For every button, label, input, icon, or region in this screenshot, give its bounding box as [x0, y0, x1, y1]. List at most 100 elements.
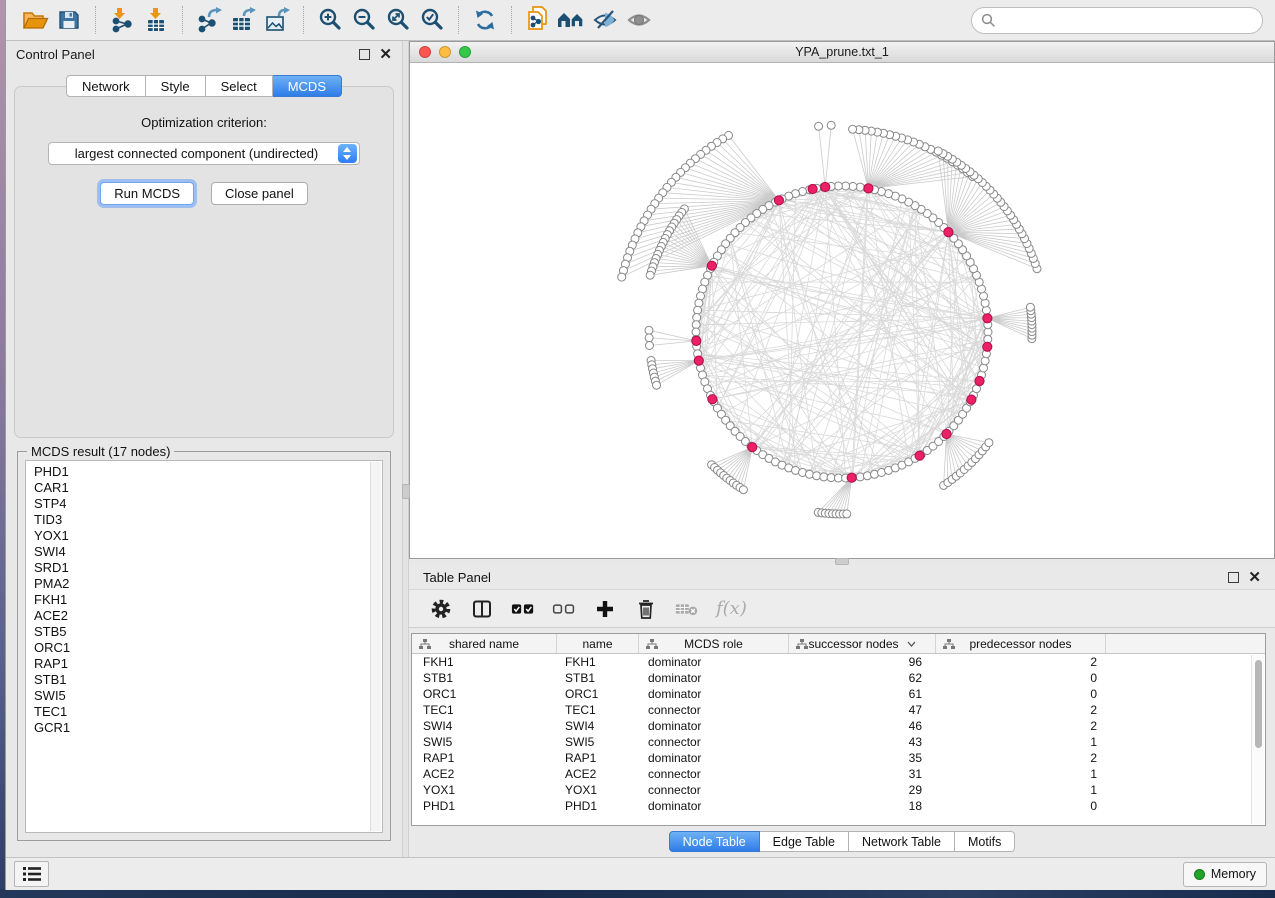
column-header-shared-name[interactable]: shared name [412, 634, 557, 653]
save-session-button[interactable] [52, 4, 86, 36]
table-split-divider[interactable] [409, 559, 1275, 565]
column-header-mcds-role[interactable]: MCDS role [639, 634, 789, 653]
import-table-button[interactable] [139, 4, 173, 36]
tab-select[interactable]: Select [206, 75, 273, 97]
mcds-result-item[interactable]: STB5 [34, 624, 374, 640]
mcds-result-item[interactable]: FKH1 [34, 592, 374, 608]
mcds-result-item[interactable]: SRD1 [34, 560, 374, 576]
mcds-result-item[interactable]: STB1 [34, 672, 374, 688]
deselect-all-icon [552, 600, 576, 618]
zoom-in-button[interactable] [313, 4, 347, 36]
tab-style[interactable]: Style [146, 75, 206, 97]
mcds-result-item[interactable]: RAP1 [34, 656, 374, 672]
close-panel-icon[interactable]: ✕ [379, 49, 392, 60]
table-row[interactable]: SWI5 SWI5 connector 43 1 [412, 734, 1265, 750]
trash-icon [636, 598, 656, 620]
close-panel-icon[interactable]: ✕ [1248, 572, 1261, 583]
network-canvas[interactable] [410, 63, 1274, 558]
network-frame-titlebar[interactable]: YPA_prune.txt_1 [410, 42, 1274, 63]
refresh-view-button[interactable] [468, 4, 502, 36]
zoom-in-icon [317, 7, 343, 33]
maximize-window-icon[interactable] [459, 46, 471, 58]
table-row[interactable]: FKH1 FKH1 dominator 96 2 [412, 654, 1265, 670]
mcds-result-item[interactable]: YOX1 [34, 528, 374, 544]
mcds-result-item[interactable]: STP4 [34, 496, 374, 512]
tab-network-table[interactable]: Network Table [849, 831, 955, 852]
mcds-result-item[interactable]: TID3 [34, 512, 374, 528]
table-row[interactable]: STB1 STB1 dominator 62 0 [412, 670, 1265, 686]
export-image-icon [263, 7, 291, 33]
mcds-result-list[interactable]: PHD1CAR1STP4TID3YOX1SWI4SRD1PMA2FKH1ACE2… [25, 460, 383, 833]
mcds-result-item[interactable]: PHD1 [34, 464, 374, 480]
cell-predecessor-nodes: 0 [936, 799, 1106, 813]
divider-handle[interactable] [835, 558, 849, 565]
float-panel-icon[interactable] [1228, 572, 1239, 583]
memory-button[interactable]: Memory [1183, 862, 1267, 887]
split-view-button[interactable] [470, 597, 494, 621]
export-image-button[interactable] [260, 4, 294, 36]
float-panel-icon[interactable] [359, 49, 370, 60]
tab-network[interactable]: Network [66, 75, 146, 97]
table-row[interactable]: SWI4 SWI4 dominator 46 2 [412, 718, 1265, 734]
panel-split-divider[interactable] [402, 41, 409, 857]
mcds-result-item[interactable]: GCR1 [34, 720, 374, 736]
mcds-result-item[interactable]: ACE2 [34, 608, 374, 624]
cell-successor-nodes: 61 [789, 687, 936, 701]
export-table-button[interactable] [226, 4, 260, 36]
delete-column-button[interactable] [634, 597, 658, 621]
tab-node-table[interactable]: Node Table [669, 831, 760, 852]
deselect-all-button[interactable] [552, 597, 576, 621]
show-all-button[interactable] [623, 4, 657, 36]
table-row[interactable]: PHD1 PHD1 dominator 18 0 [412, 798, 1265, 814]
export-network-button[interactable] [192, 4, 226, 36]
import-network-button[interactable] [105, 4, 139, 36]
table-settings-button[interactable] [429, 597, 453, 621]
zoom-fit-button[interactable] [381, 4, 415, 36]
task-history-button[interactable] [14, 861, 49, 887]
table-scrollbar[interactable] [1251, 655, 1264, 824]
optimization-criterion-select[interactable]: largest connected component (undirected) [48, 142, 360, 165]
search-input[interactable] [1002, 13, 1253, 28]
mcds-result-item[interactable]: CAR1 [34, 480, 374, 496]
mcds-list-scrollbar[interactable] [370, 462, 381, 831]
open-file-button[interactable] [18, 4, 52, 36]
network-graph[interactable] [410, 63, 1274, 558]
column-header-predecessor-nodes[interactable]: predecessor nodes [936, 634, 1106, 653]
zoom-out-button[interactable] [347, 4, 381, 36]
add-column-button[interactable] [593, 597, 617, 621]
column-header-name[interactable]: name [557, 634, 639, 653]
cell-predecessor-nodes: 1 [936, 783, 1106, 797]
close-panel-button[interactable]: Close panel [211, 182, 308, 205]
mcds-result-item[interactable]: TEC1 [34, 704, 374, 720]
hide-selected-button[interactable] [589, 4, 623, 36]
mcds-result-item[interactable]: PMA2 [34, 576, 374, 592]
select-all-button[interactable] [511, 597, 535, 621]
new-network-from-selection-button[interactable] [521, 4, 555, 36]
tab-mcds[interactable]: MCDS [273, 75, 342, 97]
divider-handle[interactable] [402, 484, 410, 499]
cell-shared-name: TEC1 [412, 703, 557, 717]
table-row[interactable]: TEC1 TEC1 connector 47 2 [412, 702, 1265, 718]
mcds-result-item[interactable]: SWI5 [34, 688, 374, 704]
table-row[interactable]: RAP1 RAP1 dominator 35 2 [412, 750, 1265, 766]
first-neighbors-button[interactable] [555, 4, 589, 36]
cell-mcds-role: dominator [639, 799, 789, 813]
tab-edge-table[interactable]: Edge Table [760, 831, 849, 852]
column-header-successor-nodes[interactable]: successor nodes [789, 634, 936, 653]
function-builder-button[interactable]: f(x) [716, 597, 747, 621]
run-mcds-button[interactable]: Run MCDS [100, 182, 194, 205]
tab-motifs[interactable]: Motifs [955, 831, 1015, 852]
table-row[interactable]: YOX1 YOX1 connector 29 1 [412, 782, 1265, 798]
delete-table-button[interactable] [675, 597, 699, 621]
zoom-out-icon [351, 7, 377, 33]
table-scrollbar-thumb[interactable] [1255, 660, 1262, 748]
status-bar: Memory [6, 857, 1275, 890]
mcds-result-item[interactable]: ORC1 [34, 640, 374, 656]
cytoscape-window: Control Panel ✕ Network Style Select MCD… [5, 0, 1275, 890]
table-row[interactable]: ACE2 ACE2 connector 31 1 [412, 766, 1265, 782]
mcds-result-item[interactable]: SWI4 [34, 544, 374, 560]
table-row[interactable]: ORC1 ORC1 dominator 61 0 [412, 686, 1265, 702]
zoom-selected-button[interactable] [415, 4, 449, 36]
close-window-icon[interactable] [419, 46, 431, 58]
minimize-window-icon[interactable] [439, 46, 451, 58]
